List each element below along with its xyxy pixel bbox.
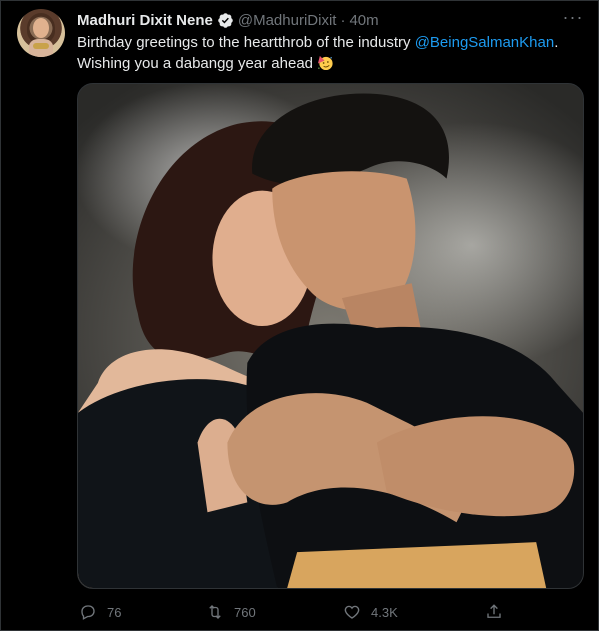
reply-icon xyxy=(81,605,95,620)
reply-button[interactable]: 76 xyxy=(79,601,121,623)
retweet-button[interactable]: 760 xyxy=(206,601,256,623)
retweet-icon xyxy=(209,605,221,619)
photo-illustration xyxy=(78,93,583,588)
header-separator: · xyxy=(340,11,346,29)
verified-badge-icon xyxy=(218,12,233,28)
tweet-header: Madhuri Dixit Nene @MadhuriDixit · 40m xyxy=(77,10,379,30)
tweet-text-line2: Wishing you a dabangg year ahead xyxy=(77,55,318,72)
retweet-count: 760 xyxy=(234,604,256,620)
author-avatar[interactable] xyxy=(17,9,65,57)
author-name[interactable]: Madhuri Dixit Nene xyxy=(77,12,213,29)
like-icon xyxy=(344,605,360,619)
tweet-text: Birthday greetings to the heartthrob of … xyxy=(77,32,582,74)
tweet-text-punct: . xyxy=(554,34,559,51)
more-icon[interactable]: ··· xyxy=(562,8,584,30)
mention-link[interactable]: @BeingSalmanKhan xyxy=(415,34,554,51)
tweet-actions: 76 760 4.3K xyxy=(77,601,517,623)
tweet[interactable]: Madhuri Dixit Nene @MadhuriDixit · 40m ·… xyxy=(0,0,599,631)
share-icon xyxy=(487,604,501,618)
tweet-text-lead: Birthday greetings to the heartthrob of … xyxy=(77,34,415,51)
author-handle[interactable]: @MadhuriDixit xyxy=(238,12,337,29)
partying-face-emoji xyxy=(318,55,333,71)
tweet-photo[interactable] xyxy=(77,83,584,589)
like-count: 4.3K xyxy=(371,604,398,620)
share-button[interactable] xyxy=(485,601,503,623)
like-button[interactable]: 4.3K xyxy=(343,601,398,623)
reply-count: 76 xyxy=(107,604,122,620)
tweet-timestamp[interactable]: 40m xyxy=(349,12,378,29)
